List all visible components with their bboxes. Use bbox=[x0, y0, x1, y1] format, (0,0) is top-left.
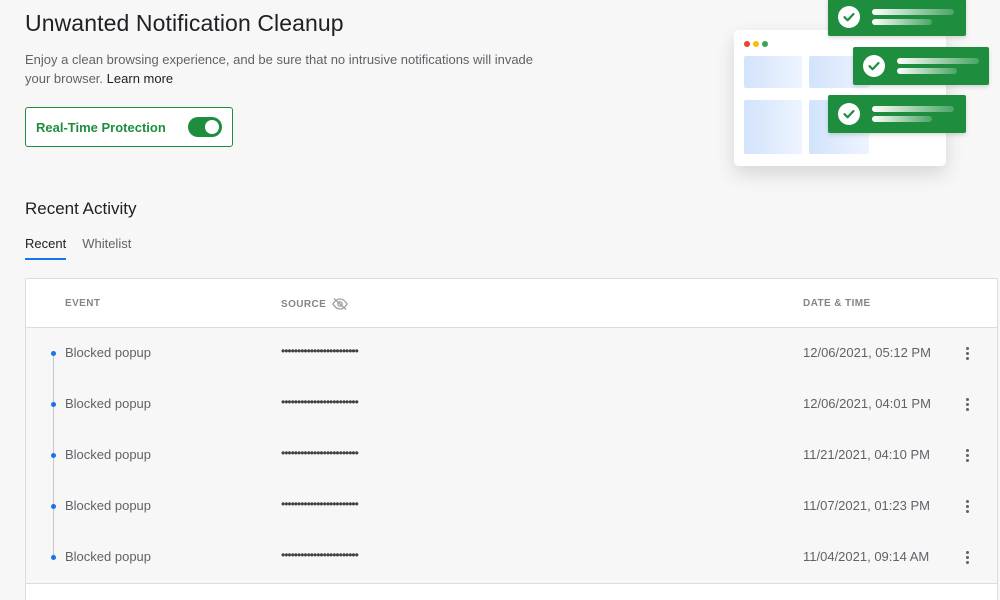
datetime-cell: 11/04/2021, 09:14 AM bbox=[803, 549, 930, 564]
check-icon bbox=[863, 55, 885, 77]
event-cell: Blocked popup bbox=[65, 396, 152, 411]
column-header-source: SOURCE bbox=[281, 298, 348, 310]
source-cell: •••••••••••••••••••••••• bbox=[281, 548, 359, 562]
tab-recent[interactable]: Recent bbox=[25, 236, 67, 260]
timeline-dot bbox=[51, 453, 56, 458]
real-time-protection-card: Real-Time Protection bbox=[25, 107, 233, 147]
source-cell: •••••••••••••••••••••••• bbox=[281, 446, 359, 460]
eye-off-icon[interactable] bbox=[332, 298, 348, 310]
more-vert-icon[interactable] bbox=[960, 344, 974, 362]
table-row: Blocked popup •••••••••••••••••••••••• 1… bbox=[26, 328, 997, 379]
check-icon bbox=[838, 103, 860, 125]
source-cell: •••••••••••••••••••••••• bbox=[281, 395, 359, 409]
notification-card bbox=[853, 47, 989, 85]
column-header-event: EVENT bbox=[65, 298, 101, 309]
toggle-knob bbox=[205, 120, 219, 134]
tab-whitelist[interactable]: Whitelist bbox=[82, 236, 131, 260]
table-header: EVENT SOURCE DATE & TIME bbox=[26, 279, 997, 328]
notification-card bbox=[828, 0, 966, 36]
real-time-protection-toggle[interactable] bbox=[188, 117, 222, 137]
table-row: Blocked popup •••••••••••••••••••••••• 1… bbox=[26, 430, 997, 481]
event-cell: Blocked popup bbox=[65, 447, 152, 462]
datetime-cell: 12/06/2021, 05:12 PM bbox=[803, 345, 931, 360]
more-vert-icon[interactable] bbox=[960, 548, 974, 566]
notification-illustration bbox=[720, 0, 1000, 180]
event-cell: Blocked popup bbox=[65, 498, 152, 513]
timeline-dot bbox=[51, 402, 56, 407]
window-dot-green bbox=[762, 41, 768, 47]
more-vert-icon[interactable] bbox=[960, 395, 974, 413]
table-row: Blocked popup •••••••••••••••••••••••• 1… bbox=[26, 379, 997, 430]
source-cell: •••••••••••••••••••••••• bbox=[281, 497, 359, 511]
check-icon bbox=[838, 6, 860, 28]
timeline-dot bbox=[51, 504, 56, 509]
datetime-cell: 12/06/2021, 04:01 PM bbox=[803, 396, 931, 411]
table-row: Blocked popup •••••••••••••••••••••••• 1… bbox=[26, 481, 997, 532]
real-time-protection-label: Real-Time Protection bbox=[36, 119, 166, 135]
activity-tabs: Recent Whitelist bbox=[25, 236, 147, 260]
page-description: Enjoy a clean browsing experience, and b… bbox=[25, 50, 545, 88]
more-vert-icon[interactable] bbox=[960, 446, 974, 464]
timeline-dot bbox=[51, 351, 56, 356]
content-block bbox=[744, 56, 802, 88]
event-cell: Blocked popup bbox=[65, 549, 152, 564]
source-cell: •••••••••••••••••••••••• bbox=[281, 344, 359, 358]
timeline-dot bbox=[51, 555, 56, 560]
description-text: Enjoy a clean browsing experience, and b… bbox=[25, 52, 534, 86]
window-dot-yellow bbox=[753, 41, 759, 47]
window-dot-red bbox=[744, 41, 750, 47]
datetime-cell: 11/21/2021, 04:10 PM bbox=[803, 447, 930, 462]
content-block bbox=[744, 100, 802, 154]
recent-activity-title: Recent Activity bbox=[25, 199, 137, 218]
event-cell: Blocked popup bbox=[65, 345, 152, 360]
column-header-source-label: SOURCE bbox=[281, 298, 327, 310]
more-vert-icon[interactable] bbox=[960, 497, 974, 515]
datetime-cell: 11/07/2021, 01:23 PM bbox=[803, 498, 930, 513]
table-body: Blocked popup •••••••••••••••••••••••• 1… bbox=[26, 328, 997, 584]
page-title: Unwanted Notification Cleanup bbox=[25, 10, 344, 36]
activity-table: EVENT SOURCE DATE & TIME Blocked popup •… bbox=[25, 278, 998, 600]
table-row: Blocked popup •••••••••••••••••••••••• 1… bbox=[26, 532, 997, 583]
learn-more-link[interactable]: Learn more bbox=[107, 71, 173, 86]
notification-card bbox=[828, 95, 966, 133]
column-header-datetime: DATE & TIME bbox=[803, 298, 871, 309]
